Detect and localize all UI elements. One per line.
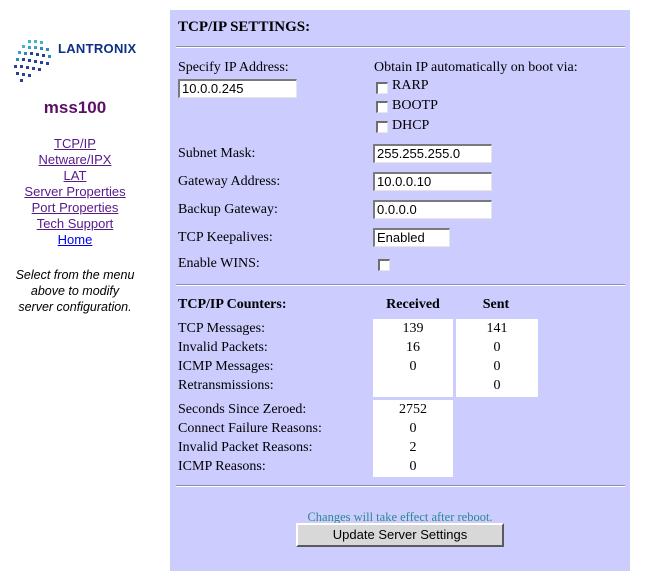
stat-value: 2752 — [399, 402, 427, 417]
counter-received-value: 0 — [409, 359, 417, 374]
bootp-checkbox[interactable] — [376, 101, 388, 113]
dhcp-label: DHCP — [392, 118, 430, 133]
enable-wins-checkbox[interactable] — [378, 259, 390, 271]
backup-gateway-label: Backup Gateway: — [178, 202, 278, 217]
divider — [176, 485, 625, 487]
settings-panel: TCP/IP SETTINGS: Specify IP Address: 10.… — [170, 10, 630, 571]
divider — [176, 46, 625, 48]
counter-row-label: TCP Messages: — [178, 321, 265, 336]
backup-gateway-input[interactable]: 0.0.0.0 — [373, 200, 492, 219]
tcp-keepalives-label: TCP Keepalives: — [178, 230, 273, 245]
stat-value: 0 — [409, 459, 417, 474]
stat-value: 0 — [409, 421, 417, 436]
nav-link-port-properties[interactable]: Port Properties — [0, 200, 150, 216]
counter-sent-value: 0 — [493, 340, 501, 355]
counter-row-label: ICMP Messages: — [178, 359, 274, 374]
rarp-label: RARP — [392, 78, 429, 93]
help-line: above to modify — [30, 284, 120, 298]
panel-title: TCP/IP SETTINGS: — [178, 19, 311, 35]
counter-sent-value: 0 — [493, 378, 501, 393]
rarp-checkbox[interactable] — [376, 82, 388, 94]
bootp-label: BOOTP — [392, 98, 438, 113]
ip-address-input[interactable]: 10.0.0.245 — [178, 79, 297, 98]
update-server-settings-button[interactable]: Update Server Settings — [296, 523, 504, 547]
nav-link-tech-support[interactable]: Tech Support — [0, 216, 150, 232]
counter-received-value: 139 — [402, 321, 424, 336]
enable-wins-label: Enable WINS: — [178, 256, 260, 271]
stat-label: Invalid Packet Reasons: — [178, 440, 313, 455]
nav-menu: TCP/IP Netware/IPX LAT Server Properties… — [0, 136, 150, 248]
received-column-header: Received — [386, 297, 440, 312]
lantronix-logo: LANTRONIX — [12, 38, 142, 88]
logo-text: LANTRONIX — [58, 41, 137, 56]
sent-column-header: Sent — [482, 297, 510, 312]
counter-row-label: Invalid Packets: — [178, 340, 268, 355]
obtain-ip-label: Obtain IP automatically on boot via: — [374, 60, 578, 75]
stat-label: Connect Failure Reasons: — [178, 421, 322, 436]
stat-label: Seconds Since Zeroed: — [178, 402, 307, 417]
dhcp-checkbox[interactable] — [376, 121, 388, 133]
divider — [176, 284, 625, 286]
nav-link-tcpip[interactable]: TCP/IP — [0, 136, 150, 152]
gateway-address-input[interactable]: 10.0.0.10 — [373, 172, 492, 191]
nav-link-home[interactable]: Home — [0, 232, 150, 248]
sidebar: LANTRONIX mss100 TCP/IP Netware/IPX LAT … — [0, 0, 150, 576]
subnet-mask-label: Subnet Mask: — [178, 146, 256, 161]
help-line: server configuration. — [18, 300, 132, 314]
counter-sent-value: 0 — [493, 359, 501, 374]
gateway-address-label: Gateway Address: — [178, 174, 281, 189]
nav-link-server-properties[interactable]: Server Properties — [0, 184, 150, 200]
counter-row-label: Retransmissions: — [178, 378, 274, 393]
server-name: mss100 — [43, 98, 107, 117]
subnet-mask-input[interactable]: 255.255.255.0 — [373, 144, 492, 163]
nav-link-netware-ipx[interactable]: Netware/IPX — [0, 152, 150, 168]
ip-address-label: Specify IP Address: — [178, 60, 289, 75]
lantronix-logo-icon — [14, 40, 51, 82]
nav-link-lat[interactable]: LAT — [0, 168, 150, 184]
counter-received-value: 16 — [406, 340, 420, 355]
help-line: Select from the menu — [15, 268, 135, 282]
counters-title: TCP/IP Counters: — [178, 297, 287, 312]
stat-value: 2 — [409, 440, 417, 455]
help-text: Select from the menu above to modify ser… — [0, 267, 150, 315]
stat-label: ICMP Reasons: — [178, 459, 266, 474]
tcp-keepalives-input[interactable]: Enabled — [373, 228, 450, 247]
counter-sent-value: 141 — [486, 321, 508, 336]
